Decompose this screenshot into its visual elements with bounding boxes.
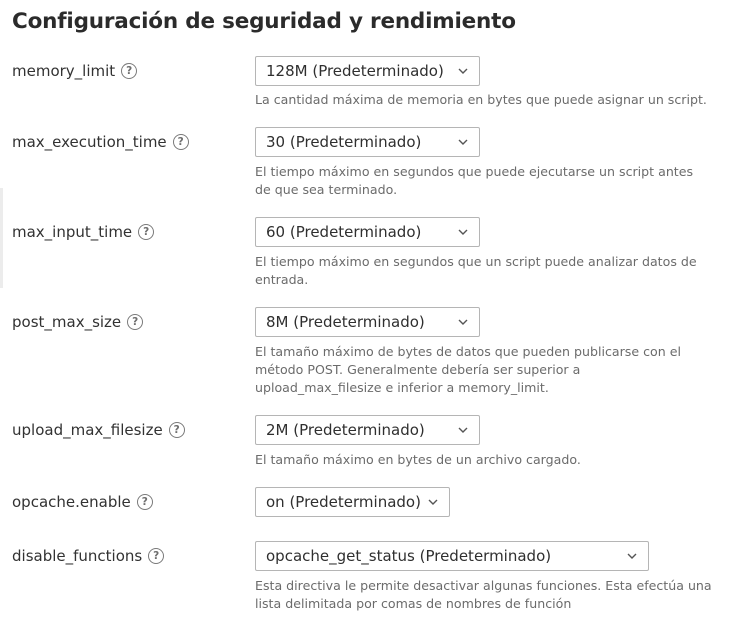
- chevron-down-icon: [458, 427, 468, 433]
- setting-label: memory_limit ?: [12, 56, 138, 86]
- left-edge-scroll-indicator: [0, 188, 3, 288]
- chevron-down-icon: [458, 139, 468, 145]
- setting-description: El tiempo máximo en segundos que un scri…: [255, 254, 697, 287]
- page-title: Configuración de seguridad y rendimiento: [12, 9, 516, 34]
- setting-label-text: opcache.enable: [12, 493, 131, 511]
- disable-functions-select[interactable]: opcache_get_status (Predeterminado): [255, 541, 649, 571]
- setting-label-text: post_max_size: [12, 313, 122, 331]
- post-max-size-select[interactable]: 8M (Predeterminado): [255, 307, 480, 337]
- select-value: 8M (Predeterminado): [266, 313, 425, 331]
- setting-label-text: max_input_time: [12, 223, 133, 241]
- chevron-down-icon: [428, 499, 438, 505]
- setting-label: disable_functions ?: [12, 541, 165, 571]
- memory-limit-select[interactable]: 128M (Predeterminado): [255, 56, 480, 86]
- setting-label-text: max_execution_time: [12, 133, 167, 151]
- select-value: 30 (Predeterminado): [266, 133, 422, 151]
- setting-label-text: upload_max_filesize: [12, 421, 163, 439]
- chevron-down-icon: [458, 319, 468, 325]
- opcache-enable-select[interactable]: on (Predeterminado): [255, 487, 450, 517]
- setting-description: El tamaño máximo de bytes de datos que p…: [255, 344, 681, 395]
- help-circle-icon[interactable]: ?: [148, 548, 165, 564]
- help-circle-icon[interactable]: ?: [138, 224, 155, 240]
- select-value: 60 (Predeterminado): [266, 223, 422, 241]
- setting-label: opcache.enable ?: [12, 487, 153, 517]
- setting-label: upload_max_filesize ?: [12, 415, 185, 445]
- setting-label: max_input_time ?: [12, 217, 155, 247]
- chevron-down-icon: [627, 553, 637, 559]
- help-circle-icon[interactable]: ?: [121, 63, 138, 79]
- select-value: on (Predeterminado): [266, 493, 421, 511]
- setting-label: max_execution_time ?: [12, 127, 189, 157]
- select-value: 2M (Predeterminado): [266, 421, 425, 439]
- help-circle-icon[interactable]: ?: [168, 422, 185, 438]
- setting-label-text: disable_functions: [12, 547, 143, 565]
- select-value: opcache_get_status (Predeterminado): [266, 547, 552, 565]
- help-circle-icon[interactable]: ?: [136, 494, 153, 510]
- help-circle-icon[interactable]: ?: [172, 134, 189, 150]
- upload-max-filesize-select[interactable]: 2M (Predeterminado): [255, 415, 480, 445]
- help-circle-icon[interactable]: ?: [127, 314, 144, 330]
- max-input-time-select[interactable]: 60 (Predeterminado): [255, 217, 480, 247]
- setting-description: El tiempo máximo en segundos que puede e…: [255, 164, 694, 197]
- select-value: 128M (Predeterminado): [266, 62, 444, 80]
- setting-description: El tamaño máximo en bytes de un archivo …: [255, 452, 581, 467]
- chevron-down-icon: [458, 229, 468, 235]
- setting-description: La cantidad máxima de memoria en bytes q…: [255, 92, 707, 107]
- setting-label-text: memory_limit: [12, 62, 116, 80]
- chevron-down-icon: [458, 68, 468, 74]
- max-execution-time-select[interactable]: 30 (Predeterminado): [255, 127, 480, 157]
- setting-description: Esta directiva le permite desactivar alg…: [255, 578, 712, 611]
- setting-label: post_max_size ?: [12, 307, 144, 337]
